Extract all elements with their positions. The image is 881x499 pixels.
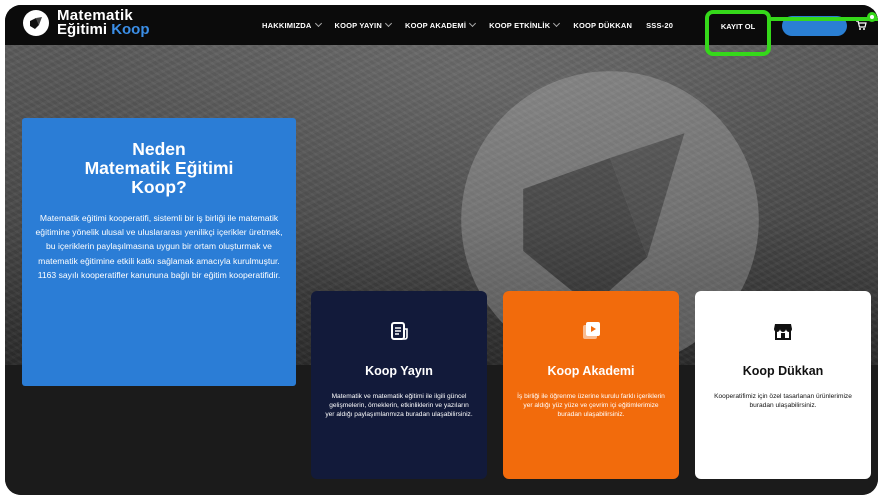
register-label: KAYIT OL <box>720 21 756 31</box>
nav-item-koop-dukkan[interactable]: KOOP DÜKKAN <box>573 21 632 30</box>
card-koop-dukkan[interactable]: Koop Dükkan Kooperatifimiz için özel tas… <box>695 291 871 479</box>
nav-item-sss[interactable]: SSS-20 <box>646 21 673 30</box>
nav-item-koop-yayin[interactable]: KOOP YAYIN <box>335 19 392 30</box>
nav-item-koop-etkinlik[interactable]: KOOP ETKİNLİK <box>489 19 561 30</box>
intro-title-line3: Koop? <box>131 177 187 197</box>
intro-title-line2: Matematik Eğitimi <box>84 158 234 178</box>
chevron-down-icon <box>314 19 322 28</box>
intro-title-line1: Neden <box>132 139 186 159</box>
page-frame: Matematik Eğitimi Koop HAKKIMIZDA KOOP Y… <box>5 5 878 495</box>
card-koop-yayin[interactable]: Koop Yayın Matematik ve matematik eğitim… <box>311 291 487 479</box>
logo-line2-a: Eğitimi <box>57 21 108 38</box>
register-button[interactable]: KAYIT OL <box>705 10 771 56</box>
chevron-down-icon <box>384 19 392 28</box>
site-logo[interactable]: Matematik Eğitimi Koop <box>23 8 150 38</box>
card-text: Matematik ve matematik eğitimi ile ilgil… <box>325 393 473 418</box>
intro-panel: Neden Matematik Eğitimi Koop? Matematik … <box>22 118 296 386</box>
highlight-dot <box>867 12 877 22</box>
highlight-connector <box>771 17 878 21</box>
card-title: Koop Dükkan <box>742 364 824 378</box>
intro-text: Matematik eğitimi kooperatifi, sistemli … <box>35 213 283 280</box>
card-text: İş birliği ile öğrenme üzerine kurulu fa… <box>517 393 665 418</box>
chevron-down-icon <box>469 19 477 28</box>
card-koop-akademi[interactable]: Koop Akademi İş birliği ile öğrenme üzer… <box>503 291 679 479</box>
nav-item-koop-akademi[interactable]: KOOP AKADEMİ <box>405 19 477 30</box>
card-title: Koop Akademi <box>547 364 635 378</box>
main-menu: HAKKIMIZDA KOOP YAYIN KOOP AKADEMİ KOOP … <box>262 5 687 45</box>
document-icon <box>391 322 408 340</box>
logo-icon <box>23 10 49 36</box>
chevron-down-icon <box>553 19 561 28</box>
logo-line2-b: Koop <box>111 21 150 38</box>
nav-item-hakkimizda[interactable]: HAKKIMIZDA <box>262 19 322 30</box>
store-icon <box>774 324 792 340</box>
video-play-icon <box>583 322 600 339</box>
card-title: Koop Yayın <box>365 364 433 378</box>
card-text: Kooperatifimiz için özel tasarlanan ürün… <box>714 393 852 409</box>
